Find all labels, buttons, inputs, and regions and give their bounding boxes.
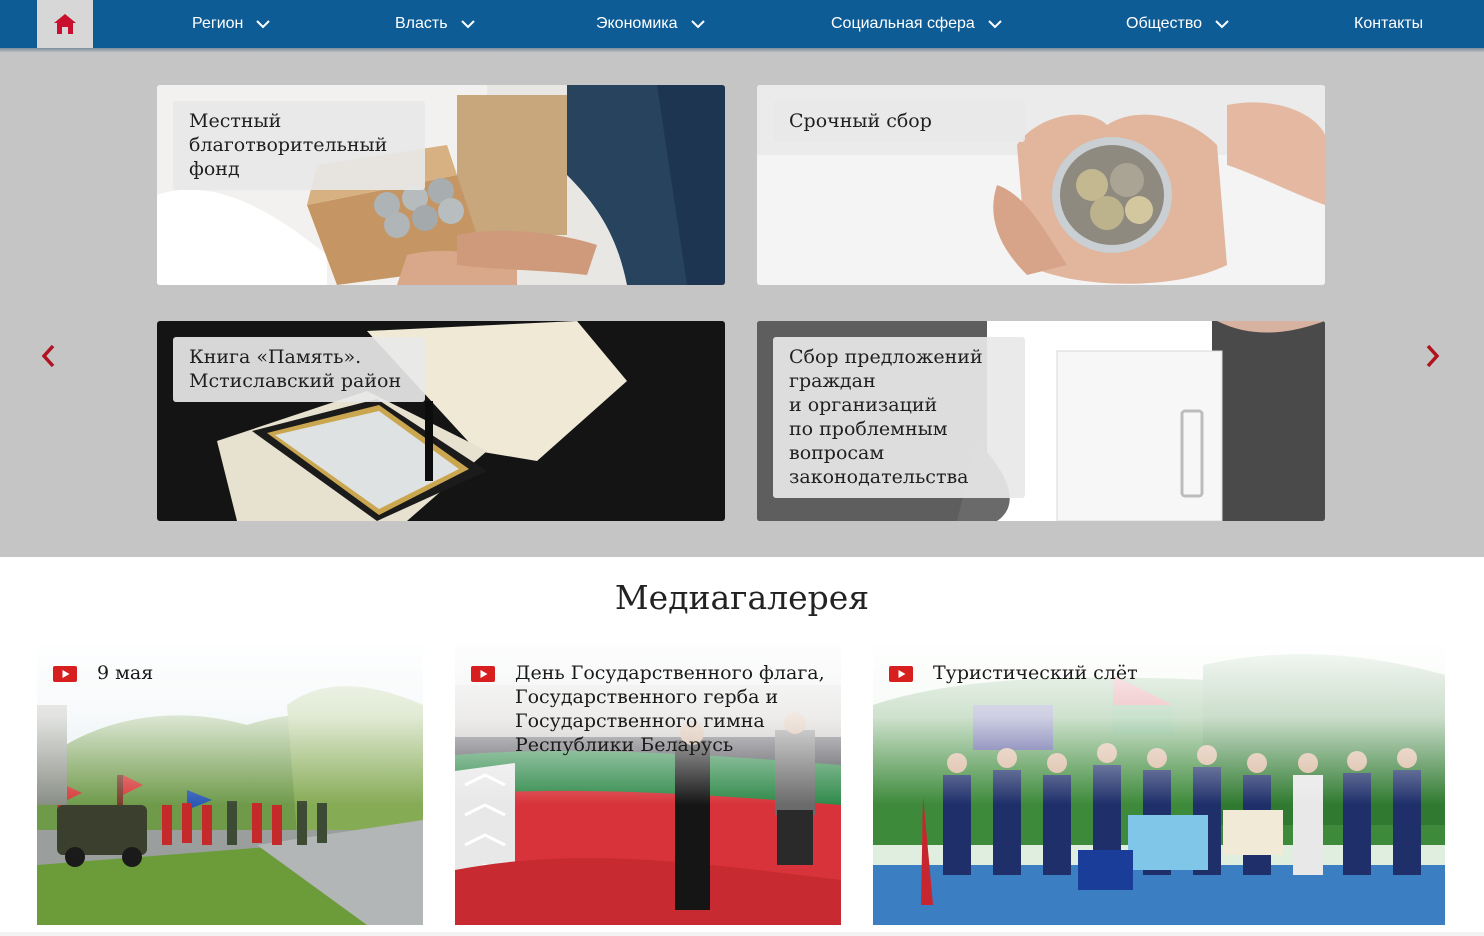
banner-charity-fund[interactable]: Местный благотворительный фонд	[157, 85, 725, 285]
banner-label: Срочный сбор	[773, 101, 1025, 142]
banner-legislation-proposals[interactable]: Сбор предложений граждан и организаций п…	[757, 321, 1325, 521]
chevron-down-icon	[460, 19, 476, 29]
chevron-down-icon	[690, 19, 706, 29]
banner-label: Книга «Память». Мстиславский район	[173, 337, 425, 402]
media-card-flag-day[interactable]: День Государственного флага, Государстве…	[455, 645, 841, 925]
banner-label: Местный благотворительный фонд	[173, 101, 425, 190]
nav-item-region[interactable]: Регион	[192, 0, 271, 48]
carousel-next-button[interactable]	[1419, 340, 1447, 372]
media-card-victory-day[interactable]: 9 мая	[37, 645, 423, 925]
nav-item-label: Контакты	[1354, 15, 1424, 32]
youtube-icon	[471, 666, 495, 682]
banner-label: Сбор предложений граждан и организаций п…	[773, 337, 1025, 498]
nav-item-label: Экономика	[596, 15, 678, 32]
banner-urgent-collection[interactable]: Срочный сбор	[757, 85, 1325, 285]
page-bottom-edge	[0, 932, 1484, 936]
nav-item-society[interactable]: Общество	[1126, 0, 1230, 48]
nav-item-label: Социальная сфера	[831, 15, 975, 32]
chevron-left-icon	[41, 344, 55, 368]
media-card-tourist-rally[interactable]: Туристический слёт	[873, 645, 1445, 925]
chevron-down-icon	[987, 19, 1003, 29]
nav-item-label: Власть	[395, 15, 448, 32]
media-card-title: 9 мая	[97, 662, 154, 684]
media-card-head: 9 мая	[53, 661, 413, 685]
home-button[interactable]	[37, 0, 93, 48]
chevron-down-icon	[1214, 19, 1230, 29]
chevron-right-icon	[1426, 344, 1440, 368]
media-card-title: День Государственного флага, Государстве…	[515, 662, 825, 756]
media-card-head: День Государственного флага, Государстве…	[471, 661, 831, 757]
banner-memory-book[interactable]: Книга «Память». Мстиславский район	[157, 321, 725, 521]
home-icon	[54, 14, 76, 34]
media-card-title: Туристический слёт	[933, 662, 1138, 684]
nav-item-contacts[interactable]: Контакты	[1354, 0, 1423, 48]
main-nav: Регион Власть Экономика Социальная сфера…	[0, 0, 1484, 48]
youtube-icon	[53, 666, 77, 682]
nav-item-vlast[interactable]: Власть	[395, 0, 476, 48]
media-gallery-title: Медиагалерея	[614, 578, 870, 617]
media-card-head: Туристический слёт	[889, 661, 1435, 685]
nav-item-social[interactable]: Социальная сфера	[831, 0, 1003, 48]
banner-carousel: Местный благотворительный фонд Срочный с…	[0, 52, 1484, 557]
nav-item-economy[interactable]: Экономика	[596, 0, 706, 48]
nav-item-label: Регион	[192, 15, 244, 32]
youtube-icon	[889, 666, 913, 682]
carousel-prev-button[interactable]	[34, 340, 62, 372]
chevron-down-icon	[255, 19, 271, 29]
nav-item-label: Общество	[1126, 15, 1203, 32]
